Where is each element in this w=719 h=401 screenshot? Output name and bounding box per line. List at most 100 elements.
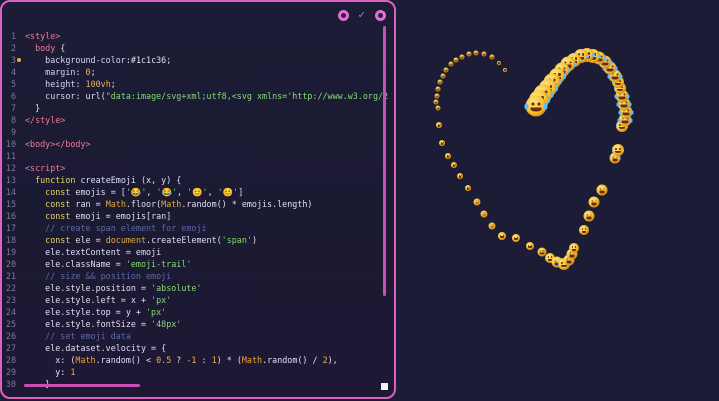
code-text[interactable]: // set emoji data (25, 330, 131, 342)
code-line[interactable]: 28 x: (Math.random() < 0.5 ? -1 : 1) * (… (2, 354, 388, 366)
editor-toolbar: ✓ (337, 7, 386, 23)
code-text[interactable]: ele.dataset.velocity = { (25, 342, 166, 354)
code-text[interactable]: y: 1 (25, 366, 75, 378)
code-line[interactable]: 25 ele.style.fontSize = '48px' (2, 318, 388, 330)
code-token: ) (251, 235, 257, 245)
line-number: 2 (10, 43, 16, 53)
code-line[interactable]: 10 <body></body> (2, 138, 388, 150)
code-line[interactable]: 17 // create span element for emoji (2, 222, 388, 234)
code-token: margin (45, 67, 76, 77)
code-text[interactable]: ele.className = 'emoji-trail' (25, 258, 191, 270)
code-text[interactable]: x: (Math.random() < 0.5 ? -1 : 1) * (Mat… (25, 354, 337, 366)
code-line[interactable]: 8 </style> (2, 114, 388, 126)
code-line[interactable]: 24 ele.style.top = y + 'px' (2, 306, 388, 318)
code-text[interactable]: // size && position emoji (25, 270, 171, 282)
vertical-scrollbar[interactable] (383, 26, 386, 296)
code-text[interactable]: const ran = Math.floor(Math.random() * e… (25, 198, 312, 210)
code-token: ele.style.fontSize = (25, 319, 152, 329)
code-token: : (75, 67, 86, 77)
code-editor[interactable]: ✓ 1 <style> 2 body {3 background-color:#1c… (0, 0, 396, 399)
resize-handle[interactable] (381, 383, 388, 390)
line-number: 23 (5, 295, 16, 305)
smiling-emoji-icon (473, 198, 481, 206)
smiling-emoji-icon (448, 61, 454, 67)
code-line[interactable]: 3 background-color:#1c1c36; (2, 54, 388, 66)
code-token: ran = (70, 199, 106, 209)
code-token: 1 (70, 367, 76, 377)
code-text[interactable]: <body></body> (25, 138, 91, 150)
code-line[interactable]: 9 (2, 126, 388, 138)
code-text[interactable]: // create span element for emoji (25, 222, 206, 234)
code-line[interactable]: 14 const emojis = ['😂', '😂', '😊', '😊'] (2, 186, 388, 198)
code-line[interactable]: 23 ele.style.left = x + 'px' (2, 294, 388, 306)
code-line[interactable]: 13 function createEmoji (x, y) { (2, 174, 388, 186)
code-text[interactable]: background-color:#1c1c36; (25, 54, 171, 66)
code-token: <body></body> (25, 139, 91, 149)
code-line[interactable]: 27 ele.dataset.velocity = { (2, 342, 388, 354)
code-line[interactable]: 4 margin: 0; (2, 66, 388, 78)
code-text[interactable]: const ele = document.createElement('span… (25, 234, 257, 246)
code-text[interactable]: <script> (25, 162, 65, 174)
code-token: x: ( (25, 355, 76, 365)
code-line[interactable]: 11 (2, 150, 388, 162)
check-icon[interactable]: ✓ (358, 10, 366, 21)
line-number: 10 (5, 139, 16, 149)
line-number: 11 (5, 151, 16, 161)
code-line[interactable]: 2 body { (2, 42, 388, 54)
code-text[interactable]: body { (25, 42, 65, 54)
code-text[interactable]: const emoji = emojis[ran] (25, 210, 171, 222)
code-line[interactable]: 21 // size && position emoji (2, 270, 388, 282)
smiling-emoji-icon (488, 222, 496, 230)
preview-pane[interactable] (396, 0, 719, 401)
code-token: Math (105, 199, 126, 209)
code-text[interactable]: height: 100vh; (25, 78, 116, 90)
smiling-emoji-icon (435, 86, 441, 92)
code-text[interactable]: <style> (25, 30, 60, 42)
code-text[interactable]: function createEmoji (x, y) { (25, 174, 181, 186)
code-area[interactable]: 1 <style> 2 body {3 background-color:#1c1c… (2, 30, 388, 390)
code-token: 'px' (146, 307, 167, 317)
code-token: function (35, 175, 76, 185)
line-number: 27 (5, 343, 16, 353)
line-number: 12 (5, 163, 16, 173)
code-text[interactable]: ele.style.top = y + 'px' (25, 306, 166, 318)
code-line[interactable]: 19 ele.textContent = emoji (2, 246, 388, 258)
line-number: 1 (10, 31, 16, 41)
code-text[interactable]: </style> (25, 114, 65, 126)
code-text[interactable]: ele.textContent = emoji (25, 246, 161, 258)
toggle-circle-icon[interactable] (375, 9, 386, 21)
code-text[interactable]: const emojis = ['😂', '😂', '😊', '😊'] (25, 186, 243, 198)
code-token: <script> (25, 163, 66, 173)
code-token: , (176, 187, 188, 197)
code-line[interactable]: 7 } (2, 102, 388, 114)
horizontal-scrollbar[interactable] (24, 384, 140, 387)
code-text[interactable]: } (25, 102, 40, 114)
code-line[interactable]: 29 y: 1 (2, 366, 388, 378)
code-line[interactable]: 20 ele.className = 'emoji-trail' (2, 258, 388, 270)
smiling-emoji-icon (453, 57, 459, 63)
code-text[interactable]: margin: 0; (25, 66, 95, 78)
code-line[interactable]: 1 <style> (2, 30, 388, 42)
code-line[interactable]: 12 <script> (2, 162, 388, 174)
code-text[interactable]: cursor: url("data:image/svg+xml;utf8,<sv… (25, 90, 388, 102)
code-line[interactable]: 15 const ran = Math.floor(Math.random() … (2, 198, 388, 210)
line-number: 25 (5, 319, 16, 329)
toggle-circle-icon[interactable] (337, 9, 349, 21)
code-text[interactable]: ele.style.fontSize = '48px' (25, 318, 181, 330)
line-number: 7 (10, 103, 16, 113)
code-line[interactable]: 18 const ele = document.createElement('s… (2, 234, 388, 246)
code-line[interactable]: 26 // set emoji data (2, 330, 388, 342)
code-line[interactable]: 22 ele.style.position = 'absolute' (2, 282, 388, 294)
code-line[interactable]: 6 cursor: url("data:image/svg+xml;utf8,<… (2, 90, 388, 102)
smiling-emoji-icon (457, 173, 463, 179)
smiling-emoji-icon (481, 51, 487, 57)
code-line[interactable]: 5 height: 100vh; (2, 78, 388, 90)
code-text[interactable]: ele.style.position = 'absolute' (25, 282, 201, 294)
code-line[interactable]: 16 const emoji = emojis[ran] (2, 210, 388, 222)
code-text[interactable]: ele.style.left = x + 'px' (25, 294, 171, 306)
line-number: 26 (5, 331, 16, 341)
smiling-emoji-icon (465, 185, 471, 191)
